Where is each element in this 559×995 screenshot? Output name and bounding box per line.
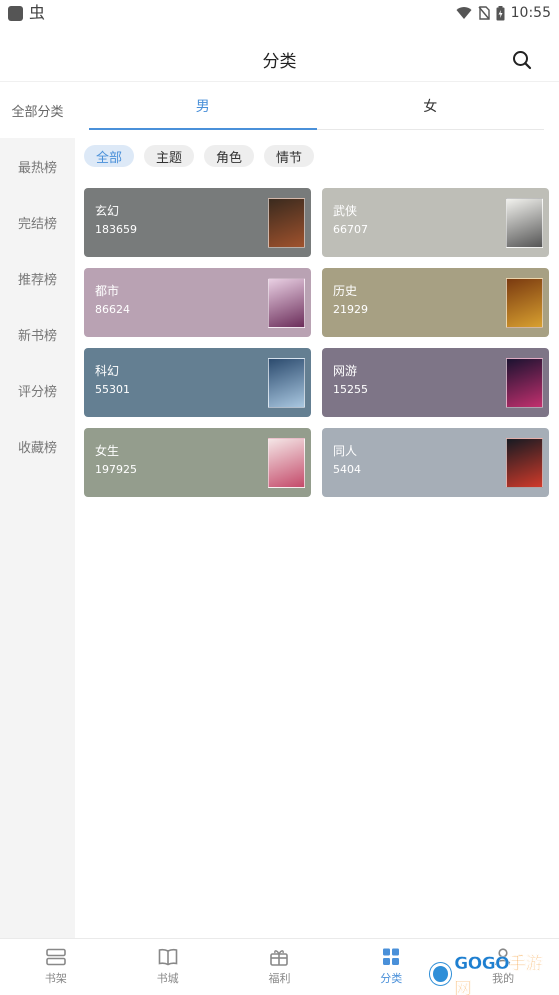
category-card-online-game[interactable]: 网游 15255: [322, 348, 549, 417]
sidebar-item-completed[interactable]: 完结榜: [0, 194, 75, 250]
category-name: 科幻: [95, 364, 120, 378]
category-name: 同人: [333, 444, 358, 458]
nav-label: 书城: [156, 972, 179, 985]
category-count: 197925: [95, 463, 137, 476]
category-name: 武侠: [333, 204, 358, 218]
category-name: 都市: [95, 284, 120, 298]
book-cover-image: [506, 358, 543, 408]
nav-label: 分类: [380, 972, 403, 985]
nav-label: 福利: [268, 972, 291, 985]
category-grid: 玄幻 183659 武侠 66707 都市 86624 历史 21929 科幻 …: [84, 188, 550, 497]
sidebar-item-recommended[interactable]: 推荐榜: [0, 250, 75, 306]
battery-icon: [496, 5, 505, 20]
category-card-female[interactable]: 女生 197925: [84, 428, 311, 497]
category-count: 21929: [333, 303, 368, 316]
book-cover-image: [506, 278, 543, 328]
book-cover-image: [268, 198, 305, 248]
no-sim-icon: [478, 6, 490, 20]
category-sidebar: 全部分类 最热榜 完结榜 推荐榜 新书榜 评分榜 收藏榜: [0, 82, 75, 938]
gift-icon: [270, 950, 289, 966]
watermark-text: GOGO手游网: [454, 954, 543, 995]
category-card-fan-fiction[interactable]: 同人 5404: [322, 428, 549, 497]
status-bar: 虫 10:55: [0, 0, 559, 26]
tab-male[interactable]: 男: [89, 82, 317, 130]
category-count: 55301: [95, 383, 130, 396]
category-count: 15255: [333, 383, 368, 396]
app-notification-icon: [8, 5, 23, 21]
category-count: 5404: [333, 463, 361, 476]
bug-icon: 虫: [29, 3, 46, 22]
book-cover-image: [268, 438, 305, 488]
category-card-history[interactable]: 历史 21929: [322, 268, 549, 337]
gender-tabs: 男 女: [89, 82, 544, 130]
category-name: 网游: [333, 364, 358, 378]
nav-label: 书架: [44, 972, 67, 985]
category-card-urban[interactable]: 都市 86624: [84, 268, 311, 337]
sidebar-item-favorites[interactable]: 收藏榜: [0, 418, 75, 474]
category-count: 86624: [95, 303, 130, 316]
nav-item-bookshelf[interactable]: 书架: [0, 939, 112, 995]
sidebar-item-all-categories[interactable]: 全部分类: [0, 82, 75, 138]
page-title: 分类: [262, 52, 297, 72]
header: 分类: [0, 38, 559, 82]
filter-chip-plot[interactable]: 情节: [264, 145, 315, 167]
grid-icon: [383, 948, 400, 965]
watermark-circle-icon: [430, 963, 452, 985]
filter-chip-theme[interactable]: 主题: [144, 145, 195, 167]
open-book-icon: [158, 948, 177, 966]
book-cover-image: [268, 278, 305, 328]
search-icon[interactable]: [511, 49, 533, 71]
status-time: 10:55: [510, 5, 551, 21]
category-card-scifi[interactable]: 科幻 55301: [84, 348, 311, 417]
filter-chip-character[interactable]: 角色: [204, 145, 255, 167]
category-card-wuxia[interactable]: 武侠 66707: [322, 188, 549, 257]
sidebar-item-hottest[interactable]: 最热榜: [0, 138, 75, 194]
sidebar-item-new-books[interactable]: 新书榜: [0, 306, 75, 362]
category-card-xuanhuan[interactable]: 玄幻 183659: [84, 188, 311, 257]
gogo-watermark-logo: GOGO手游网: [430, 954, 554, 995]
filter-chips: 全部 主题 角色 情节: [84, 145, 315, 167]
category-name: 女生: [95, 444, 120, 458]
filter-chip-all[interactable]: 全部: [84, 145, 135, 167]
wifi-icon: [456, 7, 472, 20]
book-cover-image: [506, 198, 543, 248]
category-name: 玄幻: [95, 204, 120, 218]
category-count: 183659: [95, 223, 137, 236]
nav-item-bookstore[interactable]: 书城: [112, 939, 224, 995]
category-name: 历史: [333, 284, 358, 298]
bookshelf-icon: [46, 948, 66, 966]
category-count: 66707: [333, 223, 368, 236]
book-cover-image: [506, 438, 543, 488]
sidebar-item-rating[interactable]: 评分榜: [0, 362, 75, 418]
nav-item-welfare[interactable]: 福利: [224, 939, 336, 995]
book-cover-image: [268, 358, 305, 408]
tab-female[interactable]: 女: [317, 82, 545, 129]
